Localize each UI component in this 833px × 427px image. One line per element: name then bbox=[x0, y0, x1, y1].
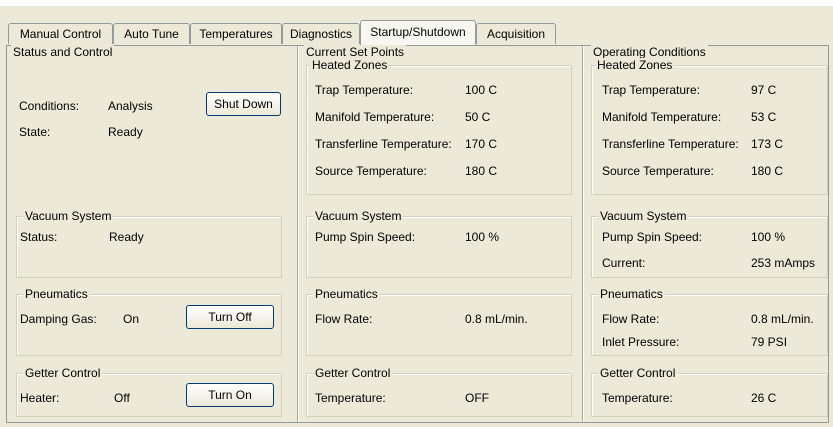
op-flow-rate-label: Flow Rate: bbox=[602, 312, 660, 326]
op-trap-temp-label: Trap Temperature: bbox=[602, 83, 701, 97]
window-top-strip bbox=[0, 0, 833, 6]
set-getter-control-title: Getter Control bbox=[313, 366, 393, 380]
op-getter-temp-label: Temperature: bbox=[602, 391, 673, 405]
set-trap-temp-label: Trap Temperature: bbox=[315, 83, 414, 97]
getter-control-group: Getter Control Heater: Off Turn On bbox=[16, 366, 282, 417]
conditions-value: Analysis bbox=[108, 99, 153, 113]
set-manifold-temp-label: Manifold Temperature: bbox=[315, 110, 435, 124]
set-pump-spin-label: Pump Spin Speed: bbox=[315, 230, 416, 244]
op-pump-spin-label: Pump Spin Speed: bbox=[602, 230, 703, 244]
set-pump-spin-value: 100 % bbox=[465, 230, 500, 244]
set-heated-zones-title: Heated Zones bbox=[310, 58, 390, 72]
set-getter-temp-value: OFF bbox=[465, 391, 489, 405]
op-vacuum-system-title: Vacuum System bbox=[598, 209, 689, 223]
op-pneumatics-group: Pneumatics Flow Rate: 0.8 mL/min. Inlet … bbox=[591, 287, 828, 356]
op-heated-zones-group: Heated Zones Trap Temperature: 97 C Mani… bbox=[591, 58, 828, 195]
set-getter-temp-label: Temperature: bbox=[315, 391, 386, 405]
getter-control-title: Getter Control bbox=[23, 366, 103, 380]
set-heated-zones-group: Heated Zones Trap Temperature: 100 C Man… bbox=[306, 58, 572, 195]
conditions-label: Conditions: bbox=[19, 99, 80, 113]
vacuum-system-group: Vacuum System Status: Ready bbox=[16, 209, 282, 278]
vacuum-status-value: Ready bbox=[109, 230, 144, 244]
op-getter-temp-value: 26 C bbox=[751, 391, 777, 405]
turn-off-button[interactable]: Turn Off bbox=[186, 305, 274, 329]
damping-gas-label: Damping Gas: bbox=[20, 312, 97, 326]
set-source-temp-value: 180 C bbox=[465, 164, 498, 178]
state-value: Ready bbox=[108, 125, 143, 139]
op-source-temp-value: 180 C bbox=[751, 164, 784, 178]
operating-conditions-title: Operating Conditions bbox=[591, 45, 708, 59]
heater-value: Off bbox=[114, 391, 130, 405]
pneumatics-group: Pneumatics Damping Gas: On Turn Off bbox=[16, 287, 282, 356]
op-getter-control-group: Getter Control Temperature: 26 C bbox=[591, 366, 828, 417]
op-getter-control-title: Getter Control bbox=[598, 366, 678, 380]
op-vacuum-system-group: Vacuum System Pump Spin Speed: 100 % Cur… bbox=[591, 209, 828, 278]
op-manifold-temp-label: Manifold Temperature: bbox=[602, 110, 722, 124]
tab-auto-tune[interactable]: Auto Tune bbox=[113, 23, 190, 44]
op-current-value: 253 mAmps bbox=[751, 256, 816, 270]
op-transferline-temp-label: Transferline Temperature: bbox=[602, 137, 739, 151]
set-flow-rate-value: 0.8 mL/min. bbox=[465, 312, 528, 326]
tab-acquisition[interactable]: Acquisition bbox=[476, 23, 556, 44]
set-getter-control-group: Getter Control Temperature: OFF bbox=[306, 366, 572, 417]
shut-down-button[interactable]: Shut Down bbox=[206, 92, 281, 116]
op-heated-zones-title: Heated Zones bbox=[595, 58, 675, 72]
vacuum-system-title: Vacuum System bbox=[23, 209, 114, 223]
op-current-label: Current: bbox=[602, 256, 646, 270]
heater-label: Heater: bbox=[20, 391, 60, 405]
status-and-control-title: Status and Control bbox=[11, 45, 115, 59]
set-manifold-temp-value: 50 C bbox=[465, 110, 491, 124]
set-transferline-temp-value: 170 C bbox=[465, 137, 498, 151]
set-vacuum-system-group: Vacuum System Pump Spin Speed: 100 % bbox=[306, 209, 572, 278]
tab-diagnostics[interactable]: Diagnostics bbox=[282, 23, 360, 44]
tab-temperatures[interactable]: Temperatures bbox=[190, 23, 282, 44]
current-set-points-column: Current Set Points Heated Zones Trap Tem… bbox=[300, 45, 583, 422]
damping-gas-value: On bbox=[123, 312, 140, 326]
state-label: State: bbox=[19, 125, 51, 139]
set-source-temp-label: Source Temperature: bbox=[315, 164, 427, 178]
tab-startup-shutdown[interactable]: Startup/Shutdown bbox=[360, 20, 476, 45]
vacuum-status-label: Status: bbox=[20, 230, 58, 244]
operating-conditions-column: Operating Conditions Heated Zones Trap T… bbox=[585, 45, 828, 422]
op-manifold-temp-value: 53 C bbox=[751, 110, 777, 124]
set-trap-temp-value: 100 C bbox=[465, 83, 498, 97]
tab-manual-control[interactable]: Manual Control bbox=[8, 23, 113, 44]
set-pneumatics-title: Pneumatics bbox=[313, 287, 380, 301]
set-vacuum-system-title: Vacuum System bbox=[313, 209, 404, 223]
startup-shutdown-panel: Status and Control Conditions: Analysis … bbox=[6, 45, 829, 423]
pneumatics-title: Pneumatics bbox=[23, 287, 90, 301]
op-pneumatics-title: Pneumatics bbox=[598, 287, 665, 301]
op-transferline-temp-value: 173 C bbox=[751, 137, 784, 151]
op-trap-temp-value: 97 C bbox=[751, 83, 777, 97]
status-and-control-column: Status and Control Conditions: Analysis … bbox=[7, 45, 298, 422]
set-flow-rate-label: Flow Rate: bbox=[315, 312, 373, 326]
op-inlet-pressure-label: Inlet Pressure: bbox=[602, 335, 680, 349]
set-transferline-temp-label: Transferline Temperature: bbox=[315, 137, 452, 151]
current-set-points-title: Current Set Points bbox=[304, 45, 407, 59]
op-pump-spin-value: 100 % bbox=[751, 230, 786, 244]
set-pneumatics-group: Pneumatics Flow Rate: 0.8 mL/min. bbox=[306, 287, 572, 356]
op-inlet-pressure-value: 79 PSI bbox=[751, 335, 788, 349]
turn-on-button[interactable]: Turn On bbox=[186, 383, 274, 407]
op-flow-rate-value: 0.8 mL/min. bbox=[751, 312, 814, 326]
op-source-temp-label: Source Temperature: bbox=[602, 164, 714, 178]
